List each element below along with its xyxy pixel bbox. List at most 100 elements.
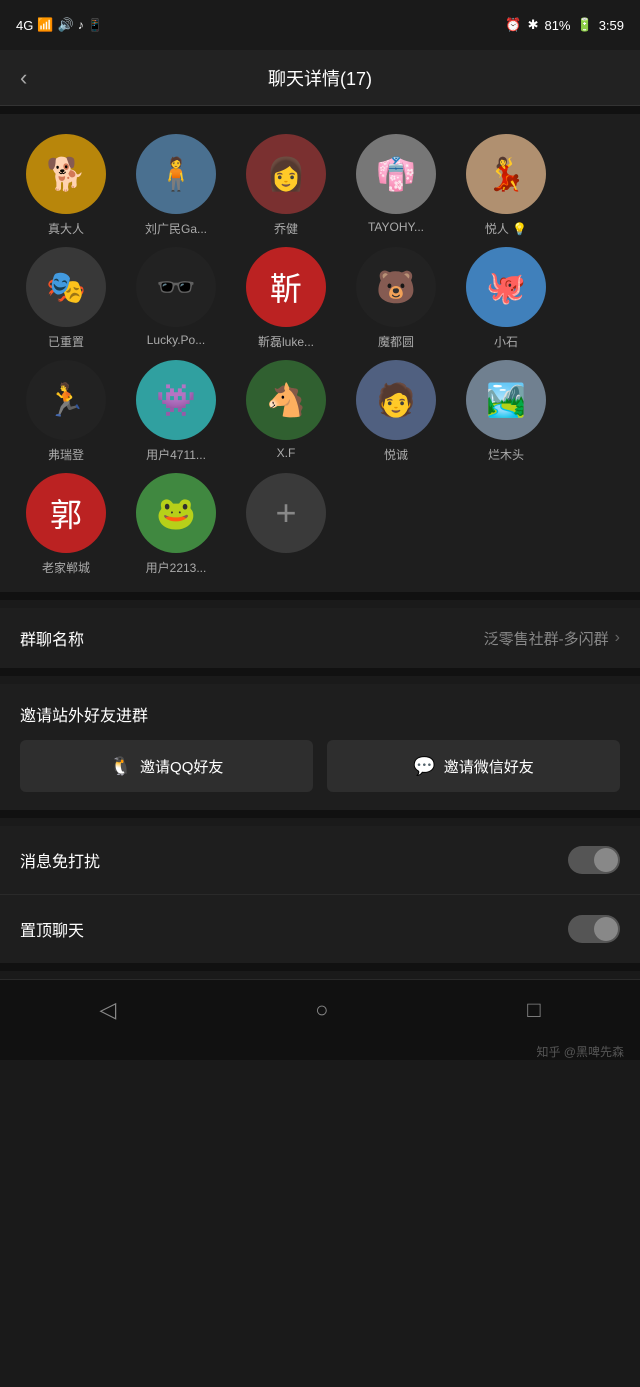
wifi-icon: 🔊 xyxy=(58,17,74,33)
avatar-label-user2213: 用户2213... xyxy=(146,559,207,576)
bluetooth-icon: ✱ xyxy=(528,17,539,33)
settings-label-pin: 置顶聊天 xyxy=(20,917,84,941)
avatar-item-xf[interactable]: 🐴 X.F xyxy=(236,360,336,463)
signal-icon: 📶 xyxy=(37,17,53,33)
app-icon: 📱 xyxy=(88,18,103,32)
avatar-circle-xiaoshi: 🐙 xyxy=(466,247,546,327)
avatar-item-xiaoshi[interactable]: 🐙 小石 xyxy=(456,247,556,350)
avatar-item-zhendaren[interactable]: 🐕 真大人 xyxy=(16,134,116,237)
bottom-navigation: ◁ ○ □ xyxy=(0,979,640,1039)
wechat-icon: 💬 xyxy=(413,756,435,777)
avatars-grid: 🐕 真大人 🧍 刘广民Ga... 👩 乔健 👘 TAYOHY... 💃 悦人 💡 🎭 已重置 🕶️ Luc… xyxy=(16,134,624,576)
avatar-label-fuideng: 弗瑞登 xyxy=(48,446,84,463)
invite-section: 邀请站外好友进群 🐧 邀请QQ好友 💬 邀请微信好友 xyxy=(0,684,640,810)
avatar-item-luckypo[interactable]: 🕶️ Lucky.Po... xyxy=(126,247,226,350)
avatar-label-qiaojian: 乔健 xyxy=(274,220,298,237)
time-display: 3:59 xyxy=(599,18,624,33)
group-name-value: 泛零售社群-多闪群 › xyxy=(484,628,620,649)
avatar-circle-laojia: 郭 xyxy=(26,473,106,553)
avatar-item-user2213[interactable]: 🐸 用户2213... xyxy=(126,473,226,576)
avatar-circle-qiaojian: 👩 xyxy=(246,134,326,214)
avatar-circle-yuren: 💃 xyxy=(466,134,546,214)
toggle-knob-mute xyxy=(594,848,618,872)
avatar-item-user4711[interactable]: 👾用户4711... xyxy=(126,360,226,463)
chevron-right-icon: › xyxy=(615,629,620,647)
settings-row-mute: 消息免打扰 xyxy=(0,826,640,895)
avatar-circle-zhumu: 🏞️ xyxy=(466,360,546,440)
avatar-circle-luckypo: 🕶️ xyxy=(136,247,216,327)
avatar-item-yuren[interactable]: 💃 悦人 💡 xyxy=(456,134,556,237)
avatar-item-qiaojian[interactable]: 👩 乔健 xyxy=(236,134,336,237)
avatar-label-yizhongzhi: 已重置 xyxy=(48,333,84,350)
invite-wechat-button[interactable]: 💬 邀请微信好友 xyxy=(327,740,620,792)
invite-wechat-label: 邀请微信好友 xyxy=(444,756,534,777)
avatar-label-yuren: 悦人 💡 xyxy=(485,220,527,237)
toggle-mute[interactable] xyxy=(568,846,620,874)
invite-title: 邀请站外好友进群 xyxy=(20,702,620,726)
group-name-row[interactable]: 群聊名称 泛零售社群-多闪群 › xyxy=(0,608,640,668)
watermark: 知乎 @黑啤先森 xyxy=(0,1039,640,1060)
invite-qq-button[interactable]: 🐧 邀请QQ好友 xyxy=(20,740,313,792)
avatar-circle-add: + xyxy=(246,473,326,553)
settings-label-mute: 消息免打扰 xyxy=(20,848,100,872)
avatar-circle-user4711: 👾 xyxy=(136,360,216,440)
invite-qq-label: 邀请QQ好友 xyxy=(140,756,223,777)
battery-text: 81% xyxy=(544,18,570,33)
status-right: ⏰ ✱ 81% 🔋 3:59 xyxy=(505,17,624,33)
avatar-circle-moduyuan: 🐻 xyxy=(356,247,436,327)
avatar-circle-yizhongzhi: 🎭 xyxy=(26,247,106,327)
avatar-circle-liuguanmin: 🧍 xyxy=(136,134,216,214)
avatars-section: 🐕 真大人 🧍 刘广民Ga... 👩 乔健 👘 TAYOHY... 💃 悦人 💡 🎭 已重置 🕶️ Luc… xyxy=(0,114,640,592)
toggle-pin[interactable] xyxy=(568,915,620,943)
section-divider-1 xyxy=(0,592,640,600)
section-divider-3 xyxy=(0,810,640,818)
avatar-label-xiaoshi: 小石 xyxy=(494,333,518,350)
status-bar: 4G 📶 🔊 ♪ 📱 ⏰ ✱ 81% 🔋 3:59 xyxy=(0,0,640,50)
avatar-item-liuguanmin[interactable]: 🧍 刘广民Ga... xyxy=(126,134,226,237)
page-title: 聊天详情(17) xyxy=(268,65,372,91)
avatar-item-zhumu[interactable]: 🏞️烂木头 xyxy=(456,360,556,463)
avatar-item-moduyuan[interactable]: 🐻 魔都圆 xyxy=(346,247,446,350)
page-header: ‹ 聊天详情(17) xyxy=(0,50,640,106)
toggle-knob-pin xyxy=(594,917,618,941)
qq-icon: 🐧 xyxy=(110,756,132,777)
avatar-item-yuecheng[interactable]: 🧑 悦诚 xyxy=(346,360,446,463)
section-divider-4 xyxy=(0,963,640,971)
settings-row-pin: 置顶聊天 xyxy=(0,895,640,963)
settings-section: 消息免打扰置顶聊天 xyxy=(0,826,640,963)
avatar-circle-xinlao: 靳 xyxy=(246,247,326,327)
group-name-label: 群聊名称 xyxy=(20,626,84,650)
group-name-section: 群聊名称 泛零售社群-多闪群 › xyxy=(0,608,640,668)
avatar-item-xinlao[interactable]: 靳靳磊luke... xyxy=(236,247,336,350)
nav-recent-button[interactable]: □ xyxy=(527,997,540,1023)
status-left: 4G 📶 🔊 ♪ 📱 xyxy=(16,17,103,33)
avatar-label-liuguanmin: 刘广民Ga... xyxy=(145,220,207,237)
avatar-label-xinlao: 靳磊luke... xyxy=(258,333,314,350)
avatar-item-laojia[interactable]: 郭老家郸城 xyxy=(16,473,116,576)
avatar-label-luckypo: Lucky.Po... xyxy=(147,333,205,347)
network-indicator: 4G xyxy=(16,18,33,33)
avatar-label-laojia: 老家郸城 xyxy=(42,559,90,576)
alarm-icon: ⏰ xyxy=(505,17,521,33)
avatar-circle-xf: 🐴 xyxy=(246,360,326,440)
avatar-item-add[interactable]: + xyxy=(236,473,336,576)
avatar-label-moduyuan: 魔都圆 xyxy=(378,333,414,350)
battery-icon: 🔋 xyxy=(577,17,593,33)
avatar-circle-yuecheng: 🧑 xyxy=(356,360,436,440)
avatar-label-zhendaren: 真大人 xyxy=(48,220,84,237)
avatar-item-yizhongzhi[interactable]: 🎭 已重置 xyxy=(16,247,116,350)
avatar-item-tayohy[interactable]: 👘 TAYOHY... xyxy=(346,134,446,237)
avatar-circle-user2213: 🐸 xyxy=(136,473,216,553)
invite-buttons-container: 🐧 邀请QQ好友 💬 邀请微信好友 xyxy=(20,740,620,792)
avatar-circle-tayohy: 👘 xyxy=(356,134,436,214)
avatar-item-fuideng[interactable]: 🏃弗瑞登 xyxy=(16,360,116,463)
avatar-circle-zhendaren: 🐕 xyxy=(26,134,106,214)
nav-home-button[interactable]: ○ xyxy=(315,997,328,1023)
back-button[interactable]: ‹ xyxy=(20,65,27,91)
nav-back-button[interactable]: ◁ xyxy=(99,997,116,1023)
avatar-label-yuecheng: 悦诚 xyxy=(384,446,408,463)
avatar-label-xf: X.F xyxy=(277,446,296,460)
section-divider-top xyxy=(0,106,640,114)
section-divider-2 xyxy=(0,668,640,676)
avatar-label-tayohy: TAYOHY... xyxy=(368,220,424,234)
